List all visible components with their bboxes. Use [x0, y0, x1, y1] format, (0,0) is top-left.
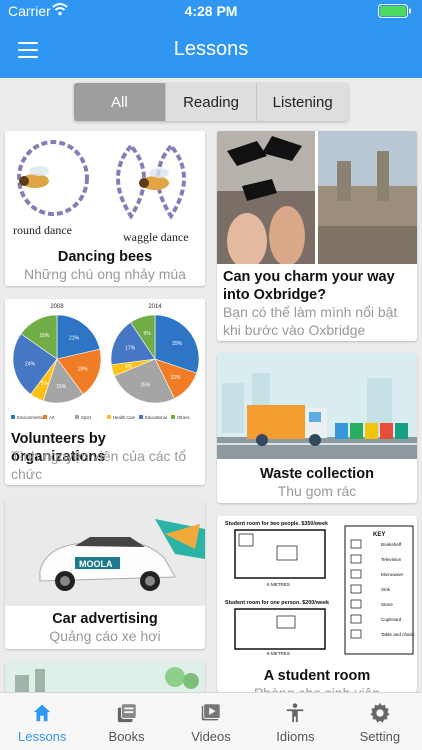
pie-slice-label: 29% [172, 341, 183, 347]
legend-swatch [11, 415, 15, 419]
tab-label: Idioms [276, 729, 315, 744]
oxbridge-image [217, 131, 417, 264]
lesson-card-car-advertising[interactable]: MOOLA Car advertising Quảng cáo xe hơi [5, 499, 205, 649]
plan-key-label: Sink [381, 587, 391, 592]
legend-label: Sport [81, 415, 92, 420]
plan-label-two: Student room for two people. $350/week [225, 521, 328, 527]
pie-slice-label: 4% [125, 364, 133, 370]
pie-slice-label: 15% [56, 384, 67, 390]
pie-slice-label: 15% [39, 333, 50, 339]
pie-slice-label: 21% [69, 336, 80, 342]
filter-reading[interactable]: Reading [164, 83, 257, 121]
plan-key-label: Stove [381, 602, 393, 607]
legend-label: Educational [145, 415, 167, 420]
tab-lessons[interactable]: Lessons [0, 693, 84, 750]
floor-plan-image: Student room for two people. $350/week 6… [217, 516, 417, 658]
bees-image: round dance waggle dance [5, 131, 205, 246]
plan-label-one: Student room for one person. $200/week [225, 600, 329, 606]
car-ad-text: MOOLA [79, 559, 113, 569]
legend-label: Others [177, 415, 190, 420]
home-icon [33, 704, 51, 722]
volunteers-chart-image: 2008 2014 21% 18% 15% 5% 24% 15% 29% 12% 25% 4% 1… [5, 299, 205, 427]
chart-year-2014: 2014 [148, 304, 162, 310]
lesson-image-partial [5, 661, 205, 692]
tab-label: Videos [191, 729, 231, 744]
lesson-card-partial[interactable] [5, 661, 205, 692]
legend-swatch [107, 415, 111, 419]
plan-label-metres-1: 6 METRES [267, 582, 290, 587]
legend-swatch [75, 415, 79, 419]
plan-key-label: Bookshelf [381, 542, 402, 547]
pie-2014: 29% 12% 25% 4% 17% 9% [110, 314, 200, 404]
lesson-subtitle: Thu gom rác [277, 483, 357, 499]
bottom-tab-bar: Lessons Books Videos Idioms Setting [0, 692, 422, 750]
plan-key-label: Microwave [381, 572, 403, 577]
pie-slice-label: 18% [78, 366, 89, 372]
pie-slice-label: 25% [140, 383, 151, 389]
plan-key-title: KEY [373, 532, 385, 538]
tab-label: Setting [359, 729, 401, 744]
lesson-card-waste-collection[interactable]: Waste collection Thu gom rác [217, 353, 417, 503]
lesson-card-oxbridge[interactable]: Can you charm your way into Oxbridge? Bạ… [217, 131, 417, 341]
waste-truck-image [217, 353, 417, 459]
plan-key-label: Television [381, 557, 402, 562]
legend-swatch [43, 415, 47, 419]
filter-all[interactable]: All [74, 83, 165, 121]
filter-segmented-control: All Reading Listening [74, 83, 348, 121]
lesson-subtitle: Bạn có thể làm mình nổi bật khi bước vào… [223, 304, 398, 338]
lesson-title: Can you charm your way into Oxbridge? [223, 269, 395, 303]
status-bar: Carrier 4:28 PM [0, 0, 422, 22]
battery-icon [378, 4, 411, 18]
round-dance-label: round dance [13, 223, 72, 237]
lesson-subtitle: Phòng cho sinh viên [223, 684, 411, 692]
tab-label: Books [108, 729, 145, 744]
gear-icon [370, 702, 390, 723]
clock: 4:28 PM [184, 3, 238, 19]
pie-2008: 21% 18% 15% 5% 24% 15% [12, 314, 102, 404]
plan-key-label: Table and chairs [381, 632, 415, 637]
pie-slice-label: 24% [25, 361, 36, 367]
legend-label: Art [49, 415, 55, 420]
lesson-title: Car advertising [52, 611, 158, 627]
page-title: Lessons [173, 38, 249, 60]
legend-swatch [139, 415, 143, 419]
lesson-card-student-room[interactable]: Student room for two people. $350/week 6… [217, 516, 417, 692]
plan-label-metres-2: 6 METRES [267, 651, 290, 656]
video-icon [201, 703, 221, 721]
person-icon [287, 703, 304, 723]
lesson-title: Waste collection [260, 466, 374, 482]
tab-idioms[interactable]: Idioms [253, 693, 337, 750]
tab-books[interactable]: Books [84, 693, 168, 750]
top-bar: Carrier 4:28 PM Lessons [0, 0, 422, 78]
waggle-dance-label: waggle dance [123, 230, 189, 244]
lesson-title: A student room [263, 668, 371, 684]
tab-videos[interactable]: Videos [169, 693, 253, 750]
pie-slice-label: 5% [41, 381, 49, 387]
lesson-subtitle: Quảng cáo xe hơi [49, 628, 161, 644]
car-ad-image: MOOLA [5, 499, 205, 606]
pie-slice-label: 12% [171, 375, 182, 381]
tab-setting[interactable]: Setting [338, 693, 422, 750]
pie-slice-label: 17% [125, 346, 136, 352]
lesson-card-dancing-bees[interactable]: round dance waggle dance Dancing bees Nh… [5, 131, 205, 286]
plan-key-label: Cupboard [381, 617, 402, 622]
lesson-card-volunteers[interactable]: 2008 2014 21% 18% 15% 5% 24% 15% 29% 12% 25% 4% 1… [5, 299, 205, 485]
filter-listening[interactable]: Listening [256, 83, 348, 121]
legend-label: Environmental [17, 415, 44, 420]
legend-swatch [171, 415, 175, 419]
legend-label: Health Care [113, 415, 136, 420]
lesson-subtitle: Những chú ong nhảy múa [24, 266, 186, 282]
books-icon [117, 703, 137, 723]
tab-label: Lessons [17, 729, 67, 744]
pie-slice-label: 9% [143, 331, 151, 337]
lesson-subtitle: Tình nguyện viên của các tổ chức [11, 448, 187, 482]
chart-year-2008: 2008 [50, 304, 64, 310]
lesson-title: Dancing bees [57, 249, 153, 265]
